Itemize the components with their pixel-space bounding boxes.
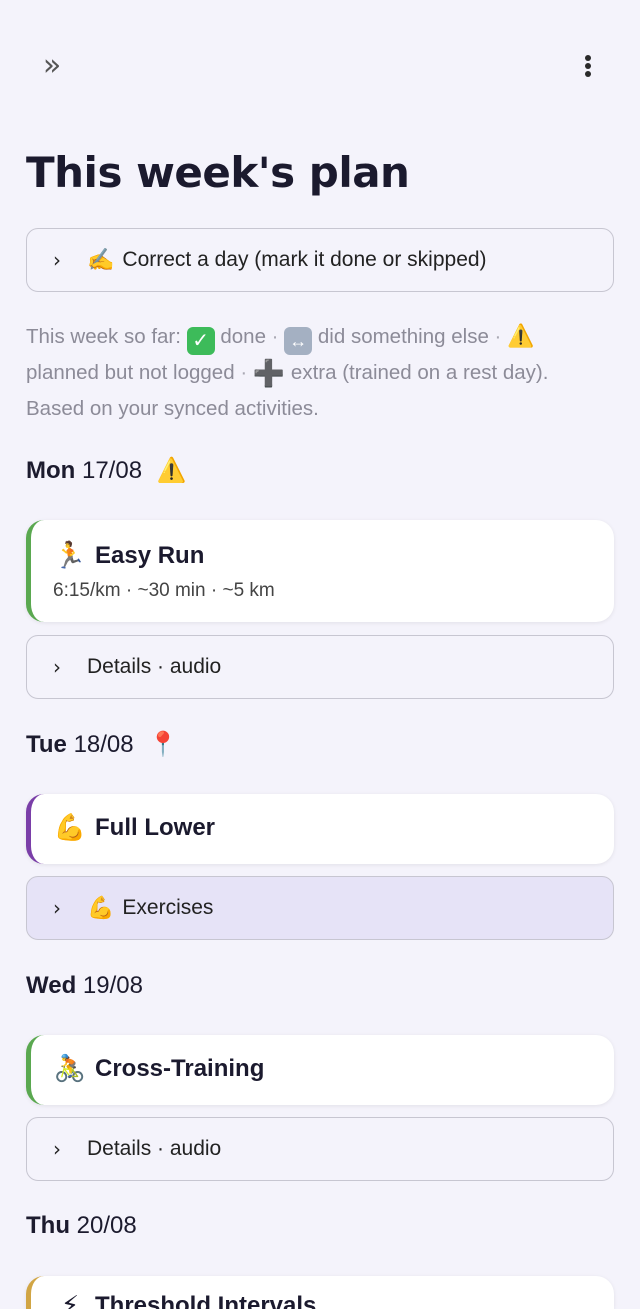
chevron-right-icon: › bbox=[53, 248, 61, 272]
separator: · bbox=[494, 325, 502, 348]
day-date: 18/08 bbox=[73, 731, 134, 758]
details-audio-expander-mon[interactable]: › Details · audio bbox=[26, 635, 614, 699]
day-header-mon: Mon 17/08 ⚠️ bbox=[26, 456, 187, 485]
writing-hand-icon: ✍️ bbox=[87, 247, 115, 272]
day-date: 19/08 bbox=[82, 972, 143, 999]
day-header-wed: Wed 19/08 bbox=[26, 972, 143, 1000]
workout-title-text: Cross-Training bbox=[95, 1054, 265, 1082]
workout-title: 🏃 Easy Run bbox=[53, 540, 205, 571]
legend-else-label: did something else bbox=[317, 325, 489, 348]
expander-label: Details · audio bbox=[87, 655, 222, 678]
workout-title: 🚴 Cross-Training bbox=[53, 1053, 265, 1084]
exercises-expander-tue[interactable]: › 💪 Exercises bbox=[26, 876, 614, 940]
day-header-thu: Thu 20/08 bbox=[26, 1212, 137, 1240]
left-right-arrow-icon: ↔ bbox=[284, 327, 313, 355]
correct-day-expander[interactable]: › ✍️ Correct a day (mark it done or skip… bbox=[26, 228, 614, 292]
day-date: 20/08 bbox=[76, 1212, 137, 1239]
separator: · bbox=[271, 325, 279, 348]
separator: · bbox=[240, 361, 248, 384]
legend-note: Based on your synced activities. bbox=[26, 397, 319, 420]
expander-label: Exercises bbox=[122, 896, 214, 919]
legend-done-label: done bbox=[220, 325, 266, 348]
check-mark-icon: ✓ bbox=[186, 327, 215, 355]
workout-card-full-lower[interactable]: 💪 Full Lower bbox=[26, 794, 614, 864]
warning-icon: ⚠️ bbox=[156, 457, 187, 484]
workout-title-text: Easy Run bbox=[95, 541, 205, 569]
day-name: Thu bbox=[26, 1212, 70, 1239]
plus-icon: ➕ bbox=[252, 358, 286, 388]
workout-title: ⚡ Threshold Intervals bbox=[53, 1290, 317, 1309]
chevron-right-icon: › bbox=[53, 896, 61, 920]
pushpin-icon: 📍 bbox=[148, 731, 179, 758]
expander-label: Details · audio bbox=[87, 1137, 222, 1160]
legend-warn-label: planned but not logged bbox=[26, 361, 235, 384]
workout-title-text: Full Lower bbox=[95, 813, 215, 841]
workout-card-threshold-intervals[interactable]: ⚡ Threshold Intervals bbox=[26, 1276, 614, 1309]
workout-title-text: Threshold Intervals bbox=[95, 1291, 317, 1309]
runner-icon: 🏃 bbox=[53, 540, 87, 570]
page-title: This week's plan bbox=[26, 148, 410, 197]
day-date: 17/08 bbox=[81, 457, 143, 484]
day-name: Wed bbox=[26, 972, 77, 999]
chevron-right-icon: › bbox=[53, 655, 61, 679]
day-name: Tue bbox=[26, 731, 67, 758]
day-name: Mon bbox=[26, 457, 76, 484]
week-legend: This week so far: ✓ done · ↔ did somethi… bbox=[26, 318, 616, 427]
legend-lead: This week so far: bbox=[26, 325, 181, 348]
vertical-dots-icon[interactable] bbox=[572, 48, 604, 84]
menu-dot bbox=[585, 55, 591, 61]
details-audio-expander-wed[interactable]: › Details · audio bbox=[26, 1117, 614, 1181]
workout-subtitle: 6:15/km · ~30 min · ~5 km bbox=[53, 580, 275, 601]
top-bar: » bbox=[0, 0, 640, 130]
legend-extra-label: extra (trained on a rest day). bbox=[290, 361, 549, 384]
cyclist-icon: 🚴 bbox=[53, 1053, 87, 1083]
lightning-icon: ⚡ bbox=[60, 1290, 80, 1309]
warning-icon: ⚠️ bbox=[507, 323, 535, 348]
workout-card-easy-run[interactable]: 🏃 Easy Run 6:15/km · ~30 min · ~5 km bbox=[26, 520, 614, 622]
day-header-tue: Tue 18/08 📍 bbox=[26, 730, 178, 759]
workout-title: 💪 Full Lower bbox=[53, 812, 215, 843]
flexed-biceps-icon: 💪 bbox=[53, 812, 87, 842]
menu-dot bbox=[585, 71, 591, 77]
chevron-right-icon: › bbox=[53, 1137, 61, 1161]
menu-dot bbox=[585, 63, 591, 69]
double-chevron-right-icon[interactable]: » bbox=[30, 48, 74, 84]
workout-card-cross-training[interactable]: 🚴 Cross-Training bbox=[26, 1035, 614, 1105]
correct-day-label: Correct a day (mark it done or skipped) bbox=[122, 248, 487, 271]
flexed-biceps-icon: 💪 bbox=[87, 895, 115, 920]
